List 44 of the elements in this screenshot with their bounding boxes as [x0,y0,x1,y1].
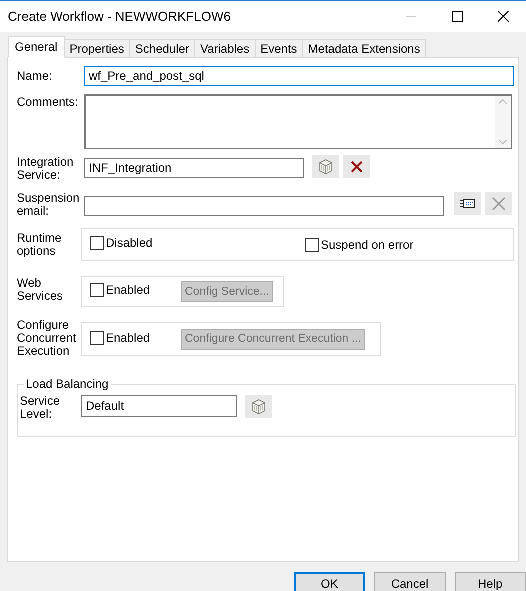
scrollbar[interactable] [495,96,511,148]
field-label: Web Services [17,277,64,303]
window-title: Create Workflow - NEWWORKFLOW6 [8,9,232,24]
name-field[interactable]: wf_Pre_and_post_sql [84,66,514,86]
suspension-email-field[interactable] [84,196,444,216]
integration-service-field[interactable]: INF_Integration [84,158,304,178]
field-label: Runtime options [17,232,63,258]
minimize-icon [406,16,416,18]
email-browse-button[interactable] [454,192,481,215]
delete-button[interactable] [343,155,370,178]
checkbox-box[interactable] [90,283,104,297]
field-label: Service Level: [20,395,62,421]
cube-icon [318,158,334,174]
cube-icon [250,398,266,414]
field-label: Integration Service: [17,156,75,182]
checkbox[interactable]: Suspend on error [305,238,414,252]
dialog-button[interactable]: Cancel [374,572,446,591]
clear-icon [492,196,506,210]
card-icon [460,198,476,208]
checkbox[interactable]: Disabled [90,236,153,250]
field-label: Name: [17,68,54,85]
checkbox-box[interactable] [305,238,319,252]
checkbox[interactable]: Enabled [90,283,150,297]
tab[interactable]: General [8,36,65,58]
dialog-button[interactable]: Help [454,572,526,591]
comments-field[interactable] [84,94,512,149]
tab[interactable]: Metadata Extensions [302,39,426,57]
checkbox-box[interactable] [90,236,104,250]
delete-icon [350,160,362,172]
field-label: Comments: [17,96,80,109]
checkbox[interactable]: Enabled [90,330,150,344]
browse-button[interactable] [245,395,272,418]
service-level-field[interactable]: Default [81,395,237,417]
close-icon [498,11,508,22]
dialog-button[interactable]: OK [294,572,366,591]
group-title: Load Balancing [25,377,110,391]
browse-button[interactable] [312,155,339,178]
field-label: Suspension email: [17,192,81,218]
checkbox-box[interactable] [90,330,104,344]
scroll-up-icon [499,99,507,104]
scroll-down-icon [499,140,507,145]
field-label: Configure Concurrent Execution [17,319,78,358]
maximize-icon [452,11,462,22]
tab[interactable]: Properties [64,39,130,57]
